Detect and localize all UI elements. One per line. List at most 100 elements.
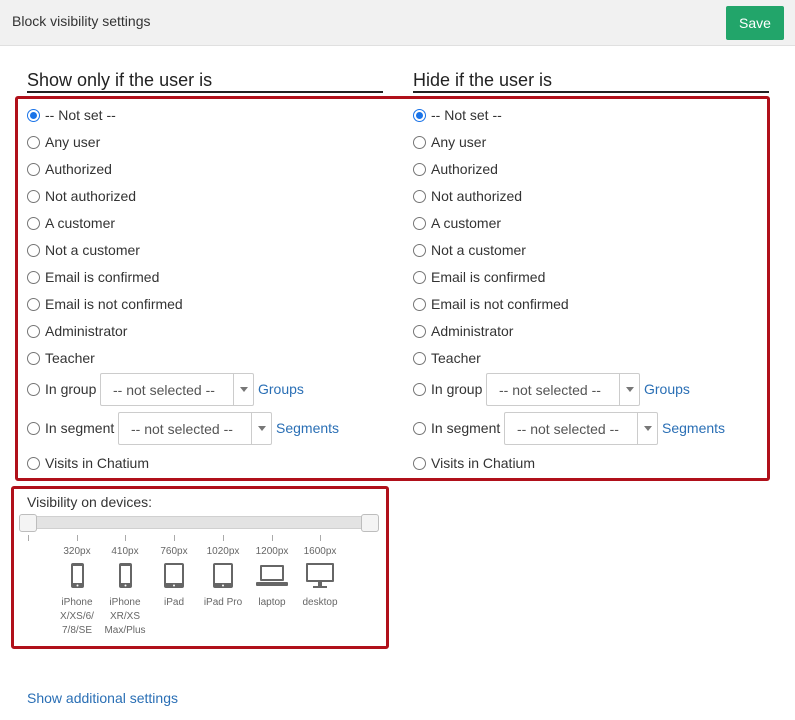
hide-in-segment-label: In segment bbox=[431, 420, 501, 436]
hide-option[interactable]: Not a customer bbox=[413, 240, 526, 260]
show-segments-link[interactable]: Segments bbox=[276, 420, 339, 436]
show-option-visits[interactable]: Visits in Chatium bbox=[27, 453, 149, 473]
chevron-down-icon bbox=[251, 413, 271, 444]
show-option-in-segment[interactable]: In segment bbox=[27, 418, 114, 438]
show-option[interactable]: Administrator bbox=[27, 321, 127, 341]
device-range-max-handle[interactable] bbox=[361, 514, 379, 532]
show-radio[interactable] bbox=[27, 135, 40, 149]
hide-option-label: Email is not confirmed bbox=[431, 296, 569, 312]
desktop-icon bbox=[295, 562, 345, 590]
chevron-down-icon bbox=[619, 374, 639, 405]
hide-radio[interactable] bbox=[413, 135, 426, 149]
chevron-down-icon bbox=[233, 374, 253, 405]
hide-option-visits[interactable]: Visits in Chatium bbox=[413, 453, 535, 473]
show-option[interactable]: Teacher bbox=[27, 348, 95, 368]
chevron-down-icon bbox=[637, 413, 657, 444]
hide-radio[interactable] bbox=[413, 108, 426, 122]
device-breakpoint: 1020px bbox=[206, 546, 240, 557]
hide-option-label: Administrator bbox=[431, 323, 514, 339]
hide-radio[interactable] bbox=[413, 189, 426, 203]
show-radio-in-segment[interactable] bbox=[27, 421, 40, 435]
range-tick bbox=[28, 535, 29, 541]
hide-option[interactable]: Email is confirmed bbox=[413, 267, 545, 287]
show-radio[interactable] bbox=[27, 243, 40, 257]
show-option[interactable]: Authorized bbox=[27, 159, 112, 179]
show-radio[interactable] bbox=[27, 162, 40, 176]
hide-radio[interactable] bbox=[413, 351, 426, 365]
show-option-in-group[interactable]: In group bbox=[27, 379, 96, 399]
show-radio[interactable] bbox=[27, 324, 40, 338]
hide-radio[interactable] bbox=[413, 324, 426, 338]
show-option-label: Teacher bbox=[45, 350, 95, 366]
hide-option-label: Teacher bbox=[431, 350, 481, 366]
hide-option[interactable]: Not authorized bbox=[413, 186, 522, 206]
hide-option-label: A customer bbox=[431, 215, 502, 231]
show-option-label: Any user bbox=[45, 134, 101, 150]
range-tick bbox=[125, 535, 126, 541]
range-tick bbox=[174, 535, 175, 541]
hide-option[interactable]: Any user bbox=[413, 132, 486, 152]
show-option[interactable]: Email is not confirmed bbox=[27, 294, 183, 314]
show-radio[interactable] bbox=[27, 108, 40, 122]
show-segment-select-value: -- not selected -- bbox=[131, 421, 233, 437]
show-radio-visits[interactable] bbox=[27, 456, 40, 470]
hide-radio-in-group[interactable] bbox=[413, 382, 426, 396]
settings-header: Block visibility settings Save bbox=[0, 0, 795, 46]
hide-group-select[interactable]: -- not selected -- bbox=[486, 373, 640, 406]
show-option-label: -- Not set -- bbox=[45, 107, 116, 123]
show-option[interactable]: Email is confirmed bbox=[27, 267, 159, 287]
hide-option-label: -- Not set -- bbox=[431, 107, 502, 123]
hide-column-title: Hide if the user is bbox=[413, 70, 769, 93]
phone-icon bbox=[52, 562, 102, 590]
hide-radio[interactable] bbox=[413, 270, 426, 284]
hide-radio-in-segment[interactable] bbox=[413, 421, 426, 435]
show-radio[interactable] bbox=[27, 189, 40, 203]
device-name: laptop bbox=[258, 597, 286, 608]
hide-option[interactable]: Teacher bbox=[413, 348, 481, 368]
hide-segment-select[interactable]: -- not selected -- bbox=[504, 412, 658, 445]
show-additional-settings-link[interactable]: Show additional settings bbox=[27, 690, 178, 706]
range-tick bbox=[320, 535, 321, 541]
show-groups-link[interactable]: Groups bbox=[258, 381, 304, 397]
show-option[interactable]: Not a customer bbox=[27, 240, 140, 260]
show-radio[interactable] bbox=[27, 270, 40, 284]
device-name: desktop bbox=[302, 597, 338, 608]
show-option[interactable]: -- Not set -- bbox=[27, 105, 116, 125]
hide-option[interactable]: A customer bbox=[413, 213, 501, 233]
device-range-track[interactable] bbox=[27, 516, 371, 529]
hide-radio[interactable] bbox=[413, 216, 426, 230]
hide-option[interactable]: -- Not set -- bbox=[413, 105, 502, 125]
range-tick bbox=[223, 535, 224, 541]
show-option[interactable]: A customer bbox=[27, 213, 115, 233]
hide-group-select-value: -- not selected -- bbox=[499, 382, 601, 398]
hide-option[interactable]: Administrator bbox=[413, 321, 513, 341]
hide-radio[interactable] bbox=[413, 162, 426, 176]
page-title: Block visibility settings bbox=[12, 13, 151, 29]
range-tick bbox=[77, 535, 78, 541]
show-group-select[interactable]: -- not selected -- bbox=[100, 373, 254, 406]
hide-radio[interactable] bbox=[413, 243, 426, 257]
show-radio[interactable] bbox=[27, 351, 40, 365]
device-breakpoint: 320px bbox=[63, 546, 91, 557]
save-button[interactable]: Save bbox=[726, 6, 784, 40]
hide-groups-link[interactable]: Groups bbox=[644, 381, 690, 397]
hide-option[interactable]: Authorized bbox=[413, 159, 498, 179]
show-option-label: Not a customer bbox=[45, 242, 140, 258]
tablet-icon bbox=[149, 562, 199, 590]
hide-option[interactable]: Email is not confirmed bbox=[413, 294, 569, 314]
device-name: iPhone XR/XS Max/Plus bbox=[104, 597, 146, 636]
device-range-min-handle[interactable] bbox=[19, 514, 37, 532]
show-radio[interactable] bbox=[27, 297, 40, 311]
show-option[interactable]: Any user bbox=[27, 132, 100, 152]
show-radio[interactable] bbox=[27, 216, 40, 230]
hide-option-label: Not authorized bbox=[431, 188, 523, 204]
hide-radio[interactable] bbox=[413, 297, 426, 311]
show-option[interactable]: Not authorized bbox=[27, 186, 136, 206]
device-name: iPad Pro bbox=[203, 597, 243, 608]
hide-option-in-group[interactable]: In group bbox=[413, 379, 482, 399]
show-radio-in-group[interactable] bbox=[27, 382, 40, 396]
show-segment-select[interactable]: -- not selected -- bbox=[118, 412, 272, 445]
hide-radio-visits[interactable] bbox=[413, 456, 426, 470]
hide-option-in-segment[interactable]: In segment bbox=[413, 418, 500, 438]
hide-segments-link[interactable]: Segments bbox=[662, 420, 725, 436]
